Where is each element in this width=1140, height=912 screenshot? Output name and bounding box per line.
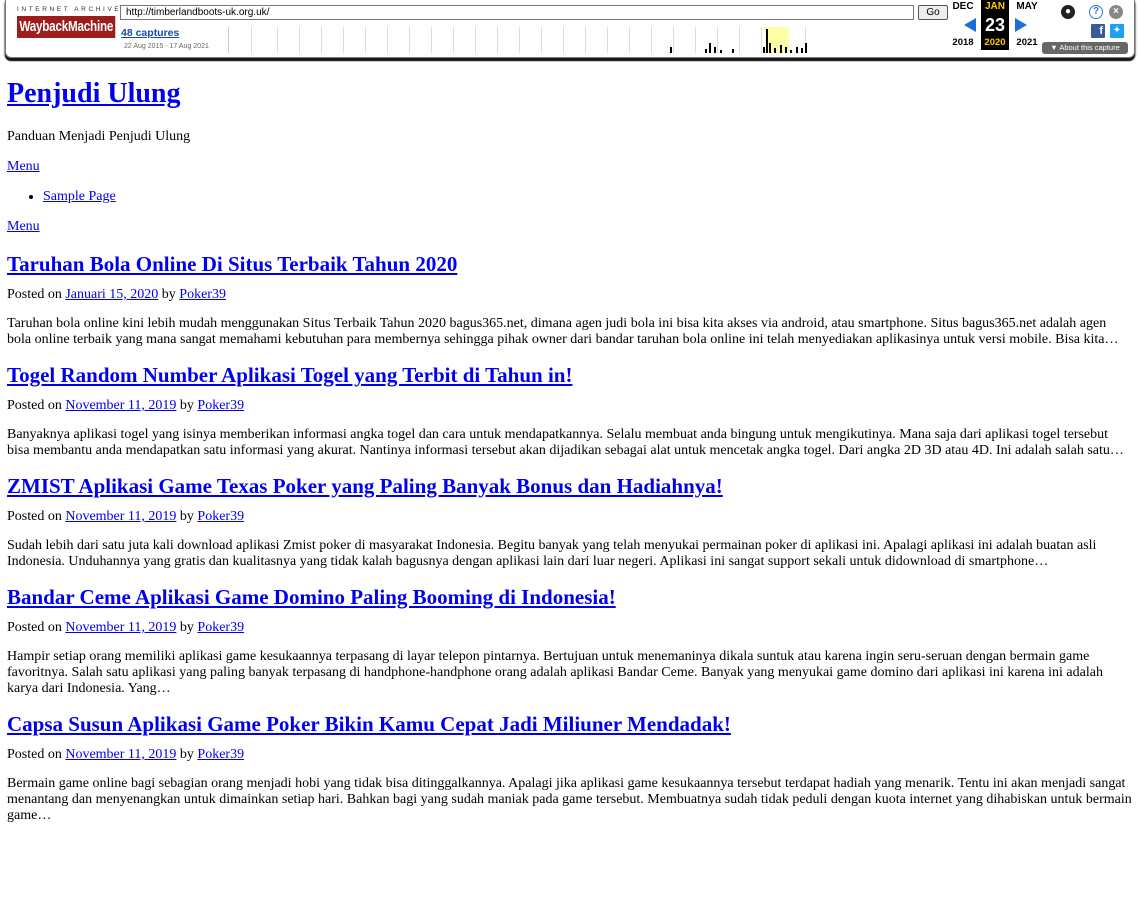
post-title-link[interactable]: Bandar Ceme Aplikasi Game Domino Paling …: [7, 585, 616, 609]
post-excerpt: Bermain game online bagi sebagian orang …: [7, 776, 1132, 823]
post-title-link[interactable]: Taruhan Bola Online Di Situs Terbaik Tah…: [7, 252, 457, 276]
wayback-logo-top: INTERNET ARCHIVE: [17, 6, 122, 13]
help-icon[interactable]: ?: [1089, 5, 1103, 19]
about-capture-button[interactable]: ▼ About this capture: [1042, 42, 1128, 54]
wayback-logo-main: WaybackMachine: [17, 16, 116, 38]
post-excerpt: Sudah lebih dari satu juta kali download…: [7, 538, 1097, 569]
next-capture-month[interactable]: MAY 2021: [1011, 0, 1043, 50]
facebook-icon[interactable]: f: [1091, 24, 1105, 38]
post-meta: Posted on November 11, 2019 by Poker39: [7, 509, 245, 524]
menu-toggle-secondary[interactable]: Menu: [7, 218, 1133, 236]
go-button[interactable]: Go: [918, 5, 948, 20]
prev-capture-arrow-icon[interactable]: [964, 18, 976, 32]
post-date-link[interactable]: November 11, 2019: [65, 398, 176, 413]
post-meta: Posted on Januari 15, 2020 by Poker39: [7, 287, 226, 302]
captures-link-wrap: 48 captures: [121, 27, 179, 39]
post-item: Togel Random Number Aplikasi Togel yang …: [7, 361, 1133, 459]
post-author-link[interactable]: Poker39: [179, 287, 226, 302]
post-title-link[interactable]: ZMIST Aplikasi Game Texas Poker yang Pal…: [7, 474, 723, 498]
current-capture-date: JAN 23 2020: [981, 0, 1009, 50]
post-excerpt: Taruhan bola online kini lebih mudah men…: [7, 316, 1119, 347]
nav-menu: Sample Page: [7, 188, 1133, 206]
post-title: Capsa Susun Aplikasi Game Poker Bikin Ka…: [7, 710, 1133, 738]
url-input[interactable]: http://timberlandboots-uk.org.uk/: [120, 5, 914, 20]
menu-toggle[interactable]: Menu: [7, 158, 1133, 176]
post-date-link[interactable]: November 11, 2019: [65, 620, 176, 635]
post-author-link[interactable]: Poker39: [197, 620, 244, 635]
post-date-link[interactable]: November 11, 2019: [65, 747, 176, 762]
post-title-link[interactable]: Togel Random Number Aplikasi Togel yang …: [7, 363, 572, 387]
page-content: Penjudi Ulung Panduan Menjadi Penjudi Ul…: [7, 74, 1133, 824]
user-icon[interactable]: ●: [1061, 5, 1075, 19]
captures-link[interactable]: 48 captures: [121, 27, 179, 39]
post-title: Togel Random Number Aplikasi Togel yang …: [7, 361, 1133, 389]
post-item: Bandar Ceme Aplikasi Game Domino Paling …: [7, 583, 1133, 697]
post-title: Taruhan Bola Online Di Situs Terbaik Tah…: [7, 250, 1133, 278]
capture-sparkline[interactable]: [228, 27, 943, 53]
site-title-link[interactable]: Penjudi Ulung: [7, 78, 181, 109]
nav-menu-item: Sample Page: [43, 188, 1133, 206]
close-icon[interactable]: ×: [1109, 5, 1123, 19]
twitter-icon[interactable]: ✦: [1110, 24, 1124, 38]
site-title: Penjudi Ulung: [7, 74, 1133, 114]
post-item: Taruhan Bola Online Di Situs Terbaik Tah…: [7, 250, 1133, 348]
post-excerpt: Hampir setiap orang memiliki aplikasi ga…: [7, 649, 1103, 696]
post-title-link[interactable]: Capsa Susun Aplikasi Game Poker Bikin Ka…: [7, 712, 731, 736]
post-meta: Posted on November 11, 2019 by Poker39: [7, 620, 245, 635]
post-date-link[interactable]: Januari 15, 2020: [65, 287, 158, 302]
post-date-link[interactable]: November 11, 2019: [65, 509, 176, 524]
post-list: Taruhan Bola Online Di Situs Terbaik Tah…: [7, 250, 1133, 824]
post-title: ZMIST Aplikasi Game Texas Poker yang Pal…: [7, 472, 1133, 500]
post-item: Capsa Susun Aplikasi Game Poker Bikin Ka…: [7, 710, 1133, 824]
post-meta: Posted on November 11, 2019 by Poker39: [7, 398, 245, 413]
site-description: Panduan Menjadi Penjudi Ulung: [7, 129, 191, 144]
post-excerpt: Banyaknya aplikasi togel yang isinya mem…: [7, 427, 1124, 458]
post-title: Bandar Ceme Aplikasi Game Domino Paling …: [7, 583, 1133, 611]
wayback-logo[interactable]: INTERNET ARCHIVE WaybackMachine: [17, 6, 122, 46]
wayback-toolbar: INTERNET ARCHIVE WaybackMachine http://t…: [5, 0, 1135, 58]
post-author-link[interactable]: Poker39: [197, 747, 244, 762]
capture-date-range: 22 Aug 2015 - 17 Aug 2021: [124, 43, 209, 50]
post-item: ZMIST Aplikasi Game Texas Poker yang Pal…: [7, 472, 1133, 570]
post-author-link[interactable]: Poker39: [197, 398, 244, 413]
sample-page-link[interactable]: Sample Page: [43, 189, 116, 204]
post-author-link[interactable]: Poker39: [197, 509, 244, 524]
post-meta: Posted on November 11, 2019 by Poker39: [7, 747, 245, 762]
